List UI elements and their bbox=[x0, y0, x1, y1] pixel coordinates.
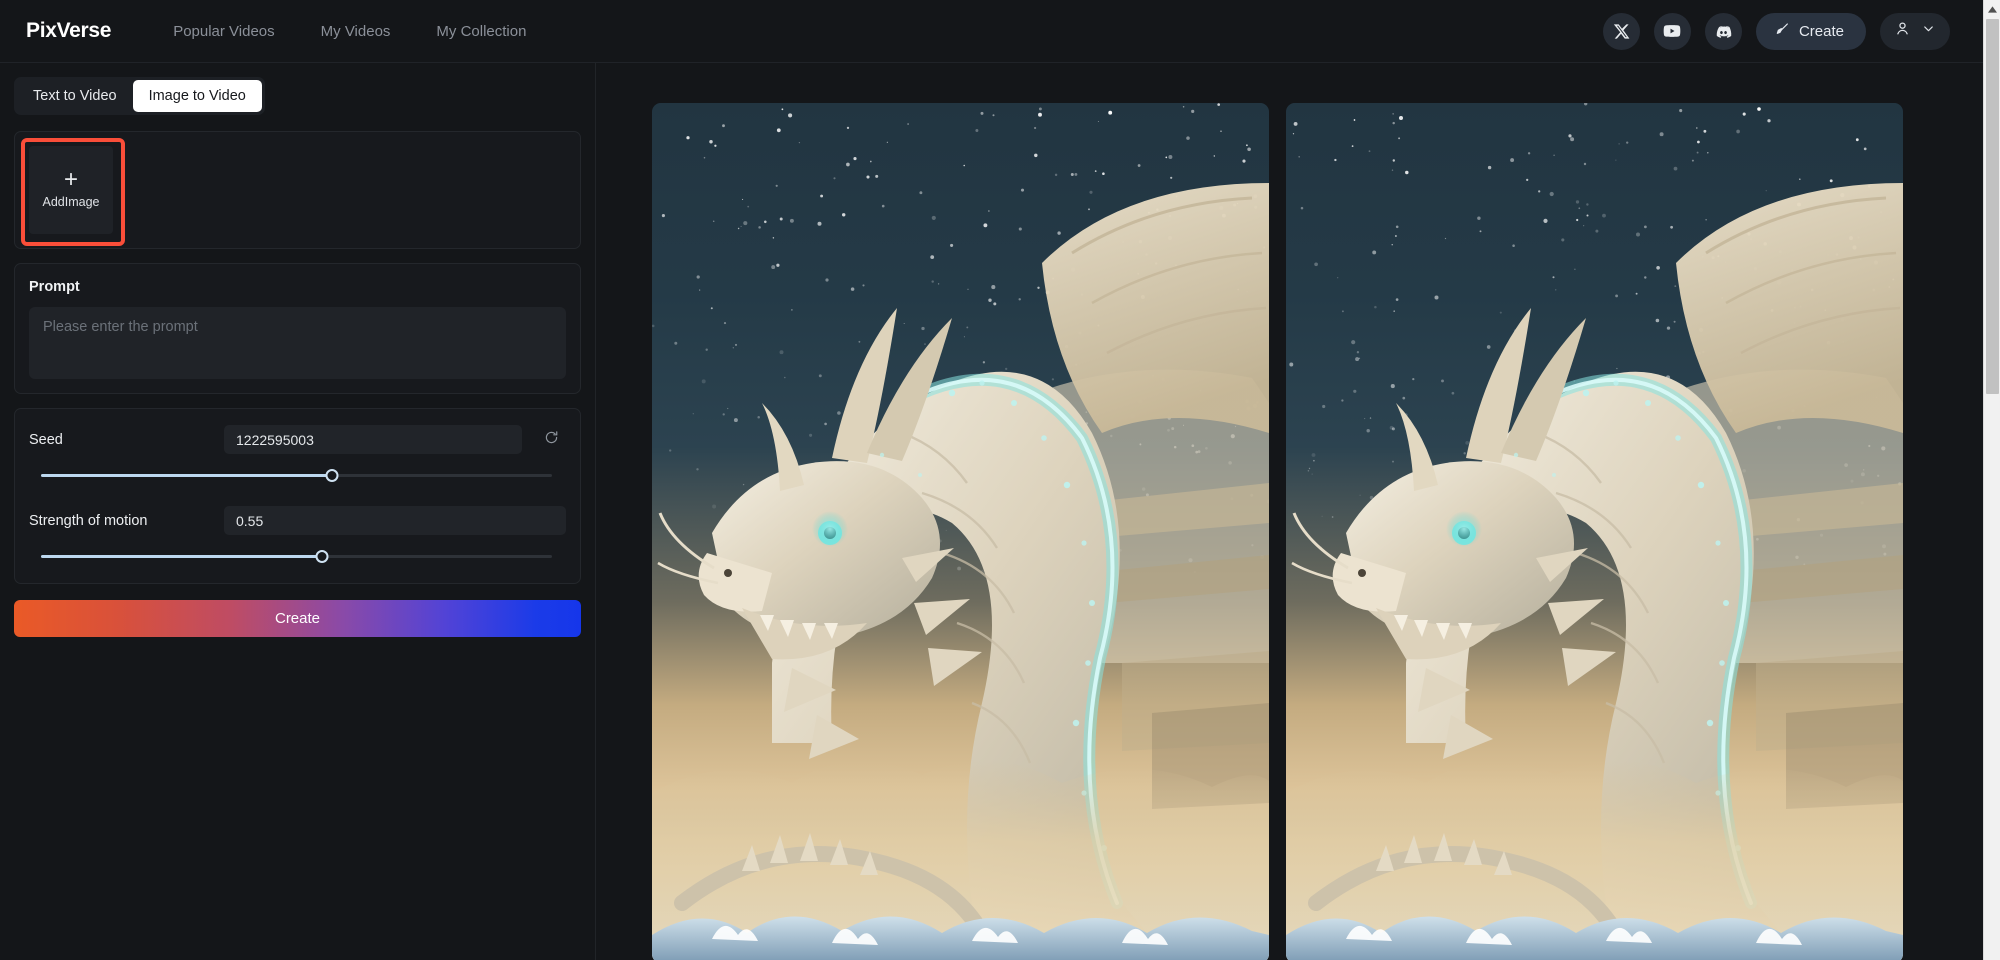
strength-slider-fill bbox=[41, 555, 323, 558]
prompt-label: Prompt bbox=[29, 279, 80, 295]
scrollbar-thumb[interactable] bbox=[1986, 19, 1999, 394]
seed-slider-fill bbox=[41, 474, 333, 477]
pixverse-app: PixVerse Popular Videos My Videos My Col… bbox=[0, 0, 2000, 960]
chevron-down-icon bbox=[1921, 21, 1936, 41]
tab-text-to-video[interactable]: Text to Video bbox=[17, 80, 133, 112]
strength-slider[interactable] bbox=[29, 549, 566, 563]
seed-input[interactable]: 1222595003 bbox=[224, 425, 522, 454]
create-video-button[interactable]: Create bbox=[14, 600, 581, 637]
add-image-button[interactable]: + AddImage bbox=[29, 146, 113, 234]
seed-slider-track bbox=[41, 469, 552, 482]
youtube-button[interactable] bbox=[1653, 12, 1691, 50]
generation-panel: Text to Video Image to Video + AddImage … bbox=[0, 63, 596, 960]
seed-label: Seed bbox=[29, 431, 63, 448]
add-image-card: + AddImage bbox=[14, 131, 581, 249]
mode-tabs: Text to Video Image to Video bbox=[14, 77, 265, 115]
nav-my-videos[interactable]: My Videos bbox=[321, 23, 391, 40]
user-icon bbox=[1894, 20, 1911, 42]
seed-slider-thumb[interactable] bbox=[325, 469, 339, 482]
x-twitter-icon bbox=[1613, 23, 1630, 40]
prompt-card: Prompt Please enter the prompt bbox=[14, 263, 581, 394]
seed-row: Seed 1222595003 bbox=[29, 425, 566, 454]
strength-row: Strength of motion 0.55 bbox=[29, 506, 566, 535]
results-area bbox=[596, 63, 2000, 960]
header-create-label: Create bbox=[1798, 22, 1844, 40]
discord-icon bbox=[1714, 22, 1733, 41]
nav-popular-videos[interactable]: Popular Videos bbox=[173, 23, 274, 40]
prompt-input[interactable]: Please enter the prompt bbox=[29, 307, 566, 379]
account-menu-button[interactable] bbox=[1880, 12, 1950, 50]
result-image-2[interactable] bbox=[1286, 103, 1903, 960]
dragon-artwork bbox=[652, 183, 1269, 960]
x-twitter-button[interactable] bbox=[1602, 12, 1640, 50]
add-image-label: AddImage bbox=[42, 194, 100, 209]
app-header: PixVerse Popular Videos My Videos My Col… bbox=[0, 0, 2000, 63]
page-scrollbar[interactable] bbox=[1983, 0, 2000, 960]
strength-slider-track bbox=[41, 550, 552, 563]
app-body: Text to Video Image to Video + AddImage … bbox=[0, 63, 2000, 960]
brush-icon bbox=[1774, 21, 1790, 42]
brand-logo[interactable]: PixVerse bbox=[26, 19, 111, 43]
dragon-artwork bbox=[1286, 183, 1903, 960]
strength-input[interactable]: 0.55 bbox=[224, 506, 566, 535]
header-create-button[interactable]: Create bbox=[1755, 12, 1866, 50]
seed-slider[interactable] bbox=[29, 468, 566, 482]
plus-icon: + bbox=[63, 165, 78, 193]
main-nav: Popular Videos My Videos My Collection bbox=[173, 23, 526, 40]
tab-image-to-video[interactable]: Image to Video bbox=[132, 80, 262, 112]
refresh-icon bbox=[543, 429, 560, 451]
chevron-up-icon bbox=[1987, 0, 1997, 18]
strength-label: Strength of motion bbox=[29, 512, 148, 529]
discord-button[interactable] bbox=[1704, 12, 1742, 50]
header-actions: Create bbox=[1602, 12, 1978, 50]
seed-refresh-button[interactable] bbox=[536, 429, 566, 451]
result-image-1[interactable] bbox=[652, 103, 1269, 960]
parameters-card: Seed 1222595003 Strength of motion 0.55 bbox=[14, 408, 581, 584]
strength-slider-thumb[interactable] bbox=[315, 550, 329, 563]
scrollbar-up-button[interactable] bbox=[1984, 0, 2000, 17]
nav-my-collection[interactable]: My Collection bbox=[436, 23, 526, 40]
results-gallery bbox=[596, 103, 2000, 960]
youtube-icon bbox=[1662, 21, 1682, 41]
